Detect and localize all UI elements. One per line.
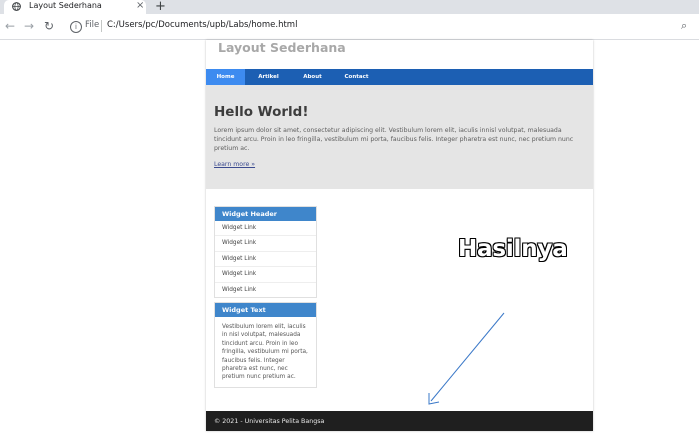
forward-arrow-icon[interactable]: → (22, 19, 36, 33)
nav-item-about[interactable]: About (293, 69, 332, 85)
widget-link[interactable]: Widget Link (215, 252, 316, 268)
learn-more-link[interactable]: Learn more » (214, 161, 255, 168)
widget-header: Widget Header (215, 207, 316, 221)
nav-item-home[interactable]: Home (206, 69, 245, 85)
tab-strip: Layout Sederhana × + (0, 0, 699, 14)
nav-item-artikel[interactable]: Artikel (249, 69, 288, 85)
widget-text-header: Widget Text (215, 303, 316, 317)
browser-tab[interactable]: Layout Sederhana × (4, 0, 146, 14)
address-bar[interactable]: i File C:/Users/pc/Documents/upb/Labs/ho… (64, 17, 694, 36)
nav-item-contact[interactable]: Contact (337, 69, 376, 85)
widget-link[interactable]: Widget Link (215, 283, 316, 297)
plus-icon[interactable]: + (155, 0, 166, 14)
divider (101, 20, 102, 32)
site-title: Layout Sederhana (218, 40, 346, 55)
footer-text: © 2021 - Universitas Pelita Bangsa (214, 418, 325, 425)
back-arrow-icon[interactable]: ← (3, 19, 17, 33)
annotation-label: Hasilnya (458, 236, 568, 262)
url-text[interactable]: C:/Users/pc/Documents/upb/Labs/home.html (107, 20, 297, 30)
close-icon[interactable]: × (136, 0, 144, 11)
hero-heading: Hello World! (214, 104, 309, 120)
globe-icon (12, 2, 21, 11)
hero-body: Lorem ipsum dolor sit amet, consectetur … (214, 127, 574, 152)
reload-icon[interactable]: ↻ (42, 19, 56, 33)
hero-section: Hello World! Lorem ipsum dolor sit amet,… (206, 85, 593, 189)
widget-link[interactable]: Widget Link (215, 267, 316, 283)
widget-links: Widget Header Widget Link Widget Link Wi… (214, 206, 317, 298)
widget-text-body: Vestibulum lorem elit, iaculis in nisl v… (222, 324, 308, 381)
browser-toolbar: ← → ↻ i File C:/Users/pc/Documents/upb/L… (0, 14, 699, 40)
widget-link[interactable]: Widget Link (215, 236, 316, 252)
main-navbar: Home Artikel About Contact (206, 69, 593, 85)
page-viewport: Layout Sederhana Home Artikel About Cont… (0, 40, 699, 431)
widget-link[interactable]: Widget Link (215, 221, 316, 237)
scheme-label: File (85, 20, 100, 30)
widget-text: Widget Text Vestibulum lorem elit, iacul… (214, 302, 317, 388)
info-icon[interactable]: i (70, 21, 82, 33)
tab-title: Layout Sederhana (29, 1, 102, 10)
search-zoom-icon[interactable]: ⌕ (681, 19, 687, 33)
site-footer: © 2021 - Universitas Pelita Bangsa (206, 411, 593, 431)
